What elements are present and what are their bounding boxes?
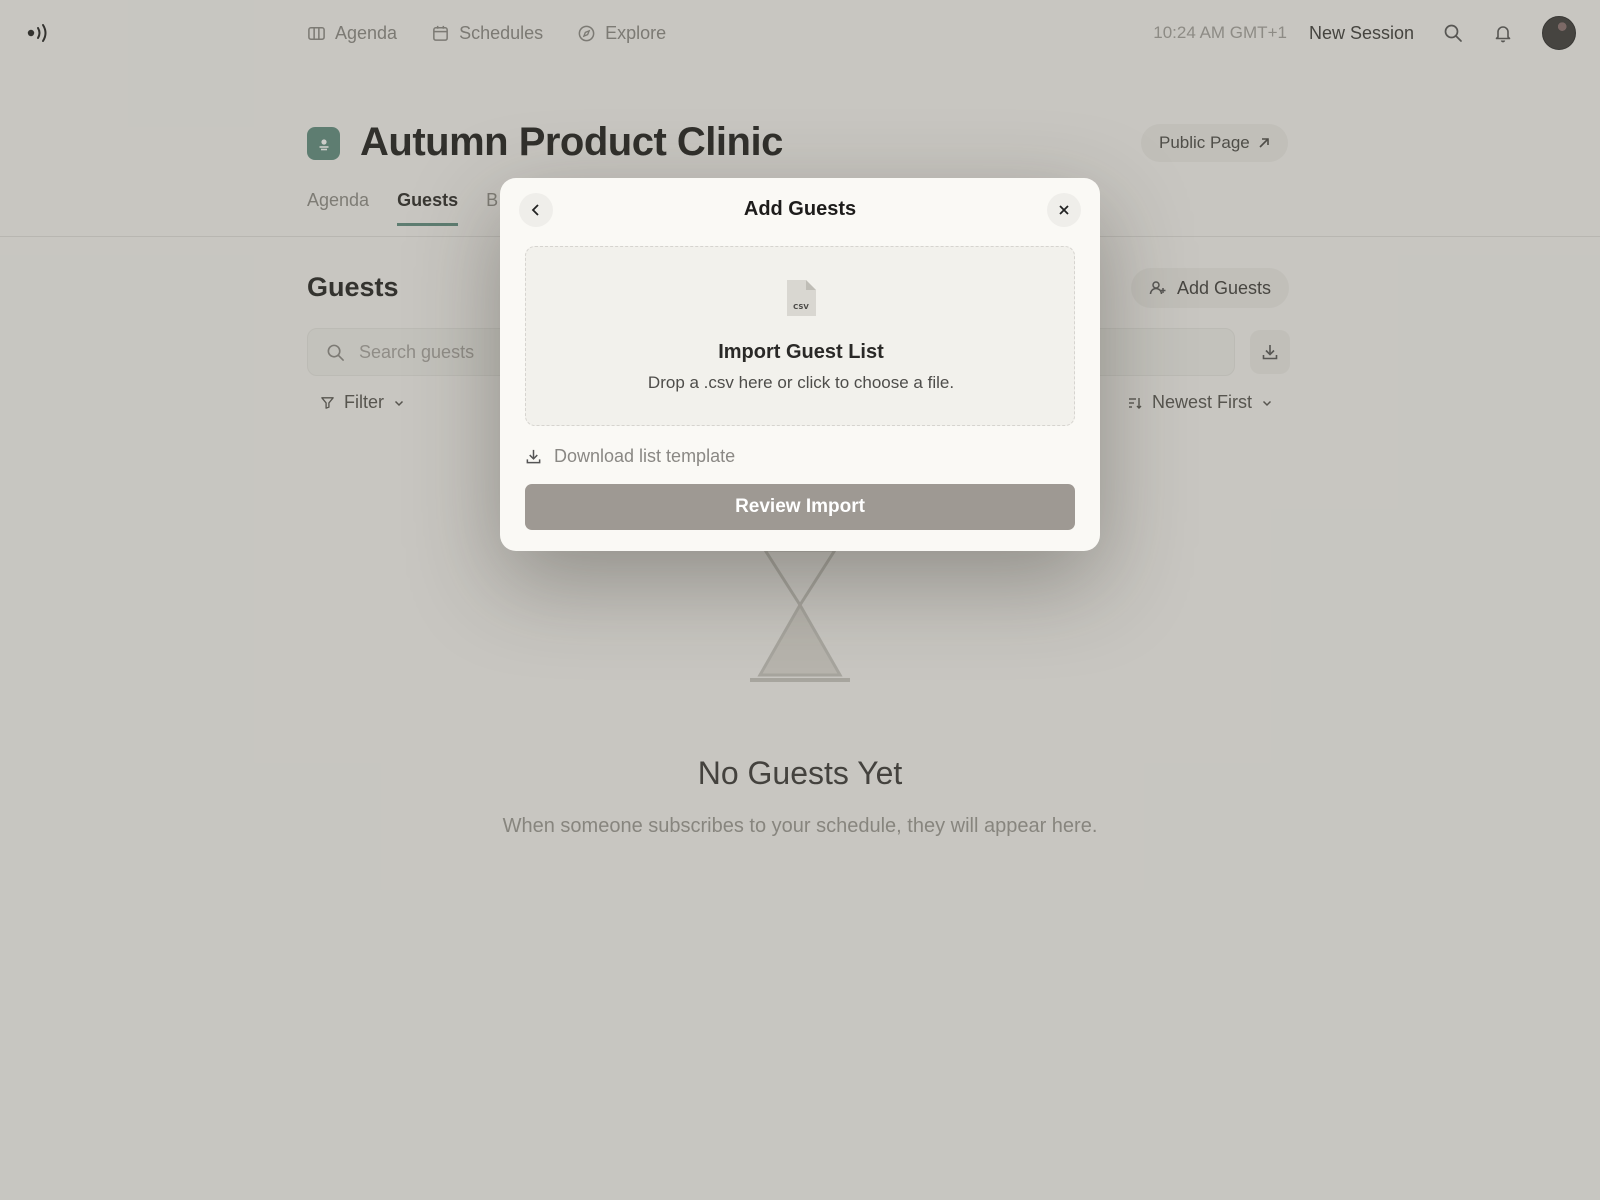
- download-template-label: Download list template: [554, 446, 736, 466]
- download-template-link[interactable]: Download list template: [525, 446, 735, 467]
- app-page: Agenda Schedules Explore 10:24 AM GMT+1 …: [0, 0, 1600, 1200]
- csv-dropzone[interactable]: CSV Import Guest List Drop a .csv here o…: [525, 246, 1075, 426]
- modal-title: Add Guests: [743, 198, 857, 220]
- close-button[interactable]: [1047, 193, 1081, 227]
- csv-file-type: CSV: [793, 303, 809, 311]
- dropzone-subtitle: Drop a .csv here or click to choose a fi…: [647, 373, 955, 392]
- csv-file-icon: CSV: [787, 280, 816, 316]
- dropzone-title: Import Guest List: [718, 341, 884, 363]
- close-icon: [1059, 205, 1069, 215]
- review-import-button[interactable]: Review Import: [525, 484, 1075, 530]
- download-icon: [526, 449, 541, 464]
- add-guests-modal: Add Guests CSV Import Guest List Drop a …: [500, 178, 1100, 551]
